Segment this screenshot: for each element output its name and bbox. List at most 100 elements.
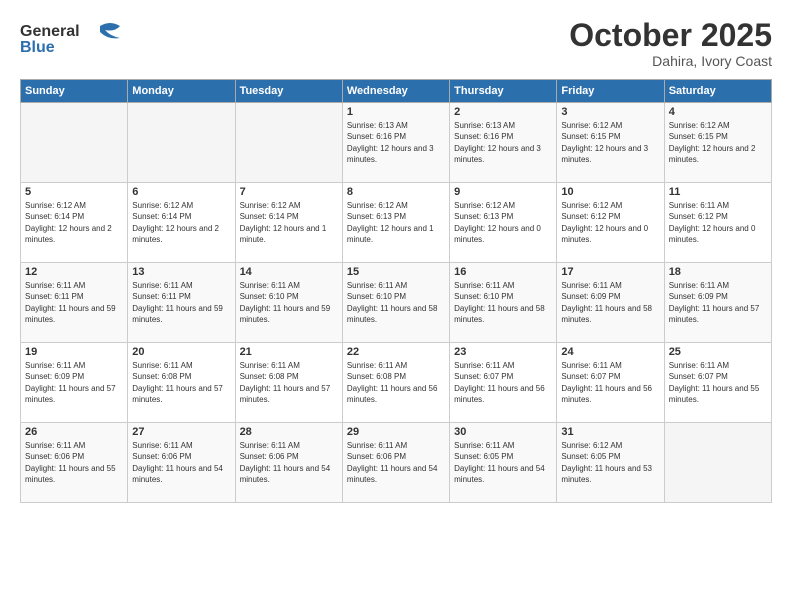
day-info: Sunrise: 6:12 AM Sunset: 6:05 PM Dayligh…: [561, 440, 659, 485]
calendar-week-2: 5 Sunrise: 6:12 AM Sunset: 6:14 PM Daylig…: [21, 183, 772, 263]
day-number: 22: [347, 346, 445, 358]
day-number: 23: [454, 346, 552, 358]
weekday-header-wednesday: Wednesday: [342, 80, 449, 103]
day-number: 19: [25, 346, 123, 358]
calendar-cell: 25 Sunrise: 6:11 AM Sunset: 6:07 PM Dayli…: [664, 343, 771, 423]
calendar-cell: 28 Sunrise: 6:11 AM Sunset: 6:06 PM Dayli…: [235, 423, 342, 503]
day-number: 11: [669, 186, 767, 198]
day-info: Sunrise: 6:11 AM Sunset: 6:10 PM Dayligh…: [240, 280, 338, 325]
day-number: 17: [561, 266, 659, 278]
day-info: Sunrise: 6:11 AM Sunset: 6:07 PM Dayligh…: [561, 360, 659, 405]
day-info: Sunrise: 6:11 AM Sunset: 6:09 PM Dayligh…: [561, 280, 659, 325]
day-number: 14: [240, 266, 338, 278]
day-number: 2: [454, 106, 552, 118]
calendar-cell: 5 Sunrise: 6:12 AM Sunset: 6:14 PM Daylig…: [21, 183, 128, 263]
calendar-week-5: 26 Sunrise: 6:11 AM Sunset: 6:06 PM Dayli…: [21, 423, 772, 503]
calendar-cell: 31 Sunrise: 6:12 AM Sunset: 6:05 PM Dayli…: [557, 423, 664, 503]
main-title: October 2025: [569, 18, 772, 53]
day-info: Sunrise: 6:11 AM Sunset: 6:06 PM Dayligh…: [132, 440, 230, 485]
title-block: October 2025 Dahira, Ivory Coast: [569, 18, 772, 69]
day-info: Sunrise: 6:11 AM Sunset: 6:07 PM Dayligh…: [669, 360, 767, 405]
day-info: Sunrise: 6:11 AM Sunset: 6:10 PM Dayligh…: [454, 280, 552, 325]
day-info: Sunrise: 6:11 AM Sunset: 6:06 PM Dayligh…: [25, 440, 123, 485]
day-number: 31: [561, 426, 659, 438]
calendar-week-3: 12Sunrise: 6:11 AM Sunset: 6:11 PM Dayli…: [21, 263, 772, 343]
day-number: 1: [347, 106, 445, 118]
calendar-cell: 21 Sunrise: 6:11 AM Sunset: 6:08 PM Dayli…: [235, 343, 342, 423]
day-number: 28: [240, 426, 338, 438]
day-info: Sunrise: 6:11 AM Sunset: 6:09 PM Dayligh…: [669, 280, 767, 325]
day-number: 3: [561, 106, 659, 118]
day-info: Sunrise: 6:12 AM Sunset: 6:15 PM Dayligh…: [561, 120, 659, 165]
logo-text: General Blue: [20, 18, 130, 63]
subtitle: Dahira, Ivory Coast: [569, 53, 772, 69]
calendar-table: SundayMondayTuesdayWednesdayThursdayFrid…: [20, 79, 772, 503]
day-number: 9: [454, 186, 552, 198]
day-info: Sunrise: 6:11 AM Sunset: 6:08 PM Dayligh…: [347, 360, 445, 405]
day-number: 5: [25, 186, 123, 198]
day-number: 25: [669, 346, 767, 358]
day-number: 8: [347, 186, 445, 198]
day-number: 10: [561, 186, 659, 198]
day-number: 13: [132, 266, 230, 278]
calendar-cell: 12Sunrise: 6:11 AM Sunset: 6:11 PM Dayli…: [21, 263, 128, 343]
day-number: 15: [347, 266, 445, 278]
day-number: 30: [454, 426, 552, 438]
day-info: Sunrise: 6:11 AM Sunset: 6:08 PM Dayligh…: [132, 360, 230, 405]
day-number: 27: [132, 426, 230, 438]
day-info: Sunrise: 6:11 AM Sunset: 6:05 PM Dayligh…: [454, 440, 552, 485]
day-info: Sunrise: 6:11 AM Sunset: 6:07 PM Dayligh…: [454, 360, 552, 405]
day-info: Sunrise: 6:13 AM Sunset: 6:16 PM Dayligh…: [454, 120, 552, 165]
day-info: Sunrise: 6:12 AM Sunset: 6:14 PM Dayligh…: [132, 200, 230, 245]
day-number: 21: [240, 346, 338, 358]
calendar-cell: 23 Sunrise: 6:11 AM Sunset: 6:07 PM Dayli…: [450, 343, 557, 423]
calendar-week-4: 19 Sunrise: 6:11 AM Sunset: 6:09 PM Dayli…: [21, 343, 772, 423]
calendar-cell: 7 Sunrise: 6:12 AM Sunset: 6:14 PM Daylig…: [235, 183, 342, 263]
day-info: Sunrise: 6:11 AM Sunset: 6:06 PM Dayligh…: [240, 440, 338, 485]
calendar-cell: 6Sunrise: 6:12 AM Sunset: 6:14 PM Daylig…: [128, 183, 235, 263]
day-number: 20: [132, 346, 230, 358]
day-info: Sunrise: 6:12 AM Sunset: 6:13 PM Dayligh…: [347, 200, 445, 245]
calendar-cell: 29 Sunrise: 6:11 AM Sunset: 6:06 PM Dayli…: [342, 423, 449, 503]
day-number: 29: [347, 426, 445, 438]
calendar-cell: 16Sunrise: 6:11 AM Sunset: 6:10 PM Dayli…: [450, 263, 557, 343]
day-info: Sunrise: 6:12 AM Sunset: 6:13 PM Dayligh…: [454, 200, 552, 245]
calendar-cell: 14 Sunrise: 6:11 AM Sunset: 6:10 PM Dayli…: [235, 263, 342, 343]
calendar-cell: 20 Sunrise: 6:11 AM Sunset: 6:08 PM Dayli…: [128, 343, 235, 423]
day-info: Sunrise: 6:11 AM Sunset: 6:06 PM Dayligh…: [347, 440, 445, 485]
day-number: 24: [561, 346, 659, 358]
day-info: Sunrise: 6:13 AM Sunset: 6:16 PM Dayligh…: [347, 120, 445, 165]
day-info: Sunrise: 6:11 AM Sunset: 6:12 PM Dayligh…: [669, 200, 767, 245]
calendar-cell: 8 Sunrise: 6:12 AM Sunset: 6:13 PM Daylig…: [342, 183, 449, 263]
calendar-cell: 19 Sunrise: 6:11 AM Sunset: 6:09 PM Dayli…: [21, 343, 128, 423]
day-number: 26: [25, 426, 123, 438]
calendar-cell: 18 Sunrise: 6:11 AM Sunset: 6:09 PM Dayli…: [664, 263, 771, 343]
calendar-cell: [235, 103, 342, 183]
calendar-cell: 24 Sunrise: 6:11 AM Sunset: 6:07 PM Dayli…: [557, 343, 664, 423]
day-number: 7: [240, 186, 338, 198]
calendar-cell: 4 Sunrise: 6:12 AM Sunset: 6:15 PM Daylig…: [664, 103, 771, 183]
weekday-header-sunday: Sunday: [21, 80, 128, 103]
day-info: Sunrise: 6:11 AM Sunset: 6:09 PM Dayligh…: [25, 360, 123, 405]
day-info: Sunrise: 6:11 AM Sunset: 6:08 PM Dayligh…: [240, 360, 338, 405]
day-number: 18: [669, 266, 767, 278]
calendar-cell: [21, 103, 128, 183]
calendar-cell: 30 Sunrise: 6:11 AM Sunset: 6:05 PM Dayli…: [450, 423, 557, 503]
day-number: 4: [669, 106, 767, 118]
calendar-cell: 26 Sunrise: 6:11 AM Sunset: 6:06 PM Dayli…: [21, 423, 128, 503]
calendar-cell: [664, 423, 771, 503]
weekday-header-tuesday: Tuesday: [235, 80, 342, 103]
calendar-cell: 13Sunrise: 6:11 AM Sunset: 6:11 PM Dayli…: [128, 263, 235, 343]
day-info: Sunrise: 6:12 AM Sunset: 6:14 PM Dayligh…: [25, 200, 123, 245]
svg-text:General: General: [20, 23, 80, 40]
weekday-header-saturday: Saturday: [664, 80, 771, 103]
svg-text:Blue: Blue: [20, 39, 55, 56]
calendar-cell: 10Sunrise: 6:12 AM Sunset: 6:12 PM Dayli…: [557, 183, 664, 263]
day-info: Sunrise: 6:12 AM Sunset: 6:14 PM Dayligh…: [240, 200, 338, 245]
weekday-header-monday: Monday: [128, 80, 235, 103]
weekday-header-row: SundayMondayTuesdayWednesdayThursdayFrid…: [21, 80, 772, 103]
logo: General Blue: [20, 18, 130, 63]
calendar-cell: 27 Sunrise: 6:11 AM Sunset: 6:06 PM Dayli…: [128, 423, 235, 503]
day-info: Sunrise: 6:12 AM Sunset: 6:15 PM Dayligh…: [669, 120, 767, 165]
calendar-cell: 9 Sunrise: 6:12 AM Sunset: 6:13 PM Daylig…: [450, 183, 557, 263]
